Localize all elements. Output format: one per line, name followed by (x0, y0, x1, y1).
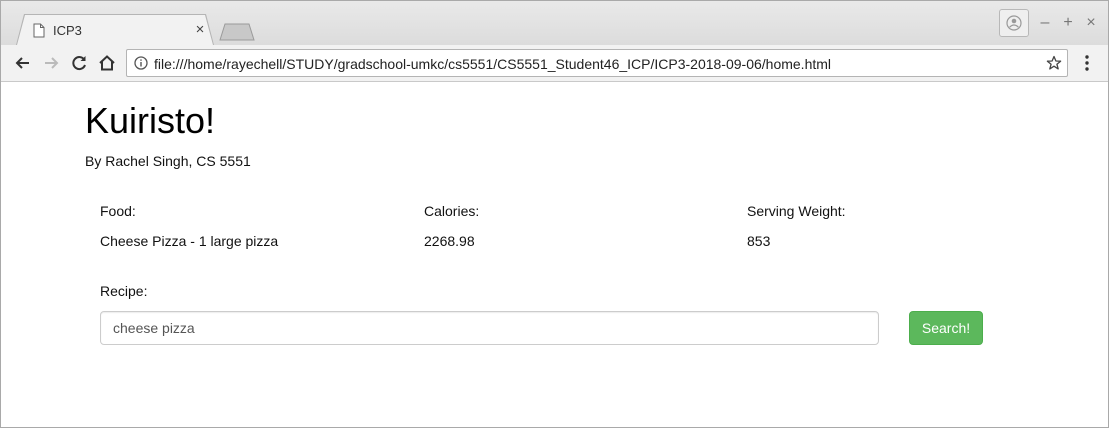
tab-icp3[interactable] (17, 15, 213, 45)
menu-dots-icon[interactable] (1079, 54, 1095, 72)
calories-value: 2268.98 (424, 233, 475, 249)
byline: By Rachel Singh, CS 5551 (85, 153, 251, 169)
food-value: Cheese Pizza - 1 large pizza (100, 233, 279, 249)
info-icon[interactable] (134, 56, 148, 70)
home-icon[interactable] (97, 53, 117, 73)
serving-weight-value: 853 (747, 233, 771, 249)
recipe-label: Recipe: (100, 283, 148, 299)
tab-title: ICP3 (53, 23, 82, 38)
url-text[interactable]: file:///home/rayechell/STUDY/gradschool-… (154, 56, 831, 72)
minimize-button[interactable]: – (1037, 15, 1053, 31)
profile-icon (1006, 15, 1022, 31)
profile-button[interactable] (999, 9, 1029, 37)
search-button[interactable]: Search! (909, 311, 983, 345)
tab-strip: ICP3 × – + × (1, 1, 1108, 45)
reload-icon[interactable] (69, 53, 89, 73)
new-tab-button[interactable] (219, 23, 255, 41)
serving-weight-label: Serving Weight: (747, 203, 846, 219)
star-icon[interactable] (1046, 55, 1062, 71)
window-close-button[interactable]: × (1083, 15, 1099, 31)
calories-label: Calories: (424, 203, 480, 219)
page-icon (33, 23, 45, 38)
food-label: Food: (100, 203, 136, 219)
page-content: Kuiristo! By Rachel Singh, CS 5551 Food:… (1, 82, 1108, 427)
browser-toolbar: file:///home/rayechell/STUDY/gradschool-… (1, 45, 1108, 82)
back-arrow-icon[interactable] (13, 53, 33, 73)
browser-window: ICP3 × – + × file:///home/rayechell/STUD… (0, 0, 1109, 428)
recipe-search-input[interactable] (100, 311, 879, 345)
forward-arrow-icon[interactable] (41, 53, 61, 73)
maximize-button[interactable]: + (1060, 15, 1076, 31)
page-title: Kuiristo! (85, 100, 216, 141)
tab-close-icon[interactable]: × (193, 22, 207, 38)
address-bar[interactable]: file:///home/rayechell/STUDY/gradschool-… (126, 49, 1068, 77)
